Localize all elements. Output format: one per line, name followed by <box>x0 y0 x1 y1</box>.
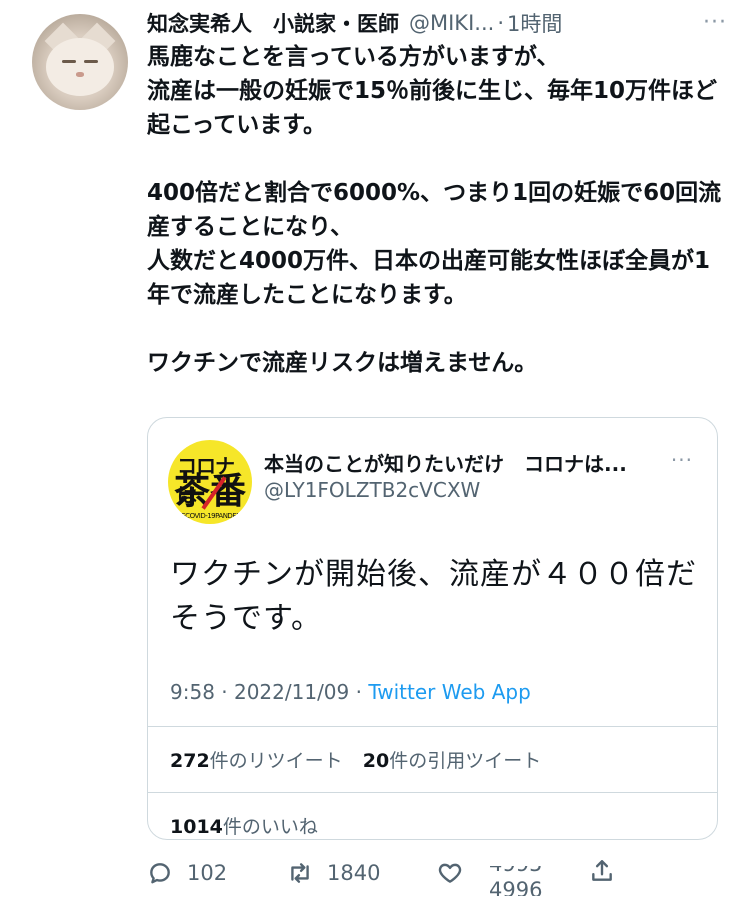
header-separator: · <box>497 11 504 35</box>
avatar-cat-face <box>46 38 114 96</box>
avatar-logo-text: 茶番 <box>174 471 247 512</box>
divider <box>148 726 717 727</box>
retweets-count: 272 <box>170 750 210 772</box>
quoted-tweet-text: ワクチンが開始後、流産が４００倍だそうです。 <box>170 557 697 636</box>
retweet-count: 1840 <box>327 861 381 885</box>
avatar-cat-nose <box>76 72 84 77</box>
quoted-tweet-card[interactable]: コロナは 茶番 FAKECOVID-19PANDEMIC 本当のことが知りたいだ… <box>147 417 718 840</box>
heart-icon <box>438 863 462 883</box>
quoted-source-app[interactable]: Twitter Web App <box>368 680 530 704</box>
avatar-cat-eye <box>62 60 76 63</box>
reply-count: 102 <box>187 861 228 885</box>
like-count: 4996 <box>489 878 543 896</box>
quoted-tweet-meta: 9:58 · 2022/11/09 · Twitter Web App <box>170 680 531 704</box>
author-avatar[interactable] <box>32 14 128 110</box>
likes-count: 1014 <box>170 816 223 838</box>
retweets-stat[interactable]: 272件のリツイート <box>170 750 343 772</box>
retweets-label: 件のリツイート <box>209 750 343 772</box>
reply-icon <box>150 863 170 884</box>
quoted-author-avatar[interactable]: コロナは 茶番 FAKECOVID-19PANDEMIC <box>168 440 252 524</box>
quoted-author-name[interactable]: 本当のことが知りたいだけ コロナは... <box>264 448 627 477</box>
retweet-button[interactable]: 1840 <box>287 860 380 886</box>
quoted-stats-row: 272件のリツイート 20件の引用ツイート <box>170 746 541 773</box>
likes-label: 件のいいね <box>222 816 318 838</box>
author-handle[interactable]: @MIKI... <box>409 11 494 35</box>
tweet-time[interactable]: 1時間 <box>507 8 562 38</box>
tweet-header: 知念実希人 小説家・医師 @MIKI... · 1時間 ··· <box>147 8 727 38</box>
tweet-actions: 102 1840 4995 4996 <box>147 852 727 902</box>
share-icon <box>592 860 612 881</box>
author-name[interactable]: 知念実希人 小説家・医師 <box>147 8 399 38</box>
quoted-more-icon[interactable]: ··· <box>671 448 693 472</box>
reply-button[interactable]: 102 <box>147 860 227 886</box>
likes-stat[interactable]: 1014件のいいね <box>170 812 318 839</box>
divider <box>148 792 717 793</box>
quotes-stat[interactable]: 20件の引用ツイート <box>363 750 541 772</box>
like-button[interactable] <box>437 860 463 886</box>
quotes-count: 20 <box>362 750 390 772</box>
retweet-icon <box>291 863 309 883</box>
more-options-icon[interactable]: ··· <box>703 10 727 35</box>
avatar-logo-text: FAKECOVID-19PANDEMIC <box>170 512 248 520</box>
quoted-author-handle[interactable]: @LY1FOLZTB2cVCXW <box>264 478 480 502</box>
quotes-label: 件の引用ツイート <box>389 750 542 772</box>
like-count-ticker: 4995 4996 <box>489 866 559 896</box>
tweet-text: 馬鹿なことを言っている方がいますが、 流産は一般の妊娠で15％前後に生じ、毎年1… <box>147 44 722 376</box>
share-button[interactable] <box>589 858 615 884</box>
avatar-cat-eye <box>84 60 98 63</box>
like-count-prev: 4995 <box>489 866 542 876</box>
quoted-timestamp[interactable]: 9:58 · 2022/11/09 · <box>170 680 368 704</box>
